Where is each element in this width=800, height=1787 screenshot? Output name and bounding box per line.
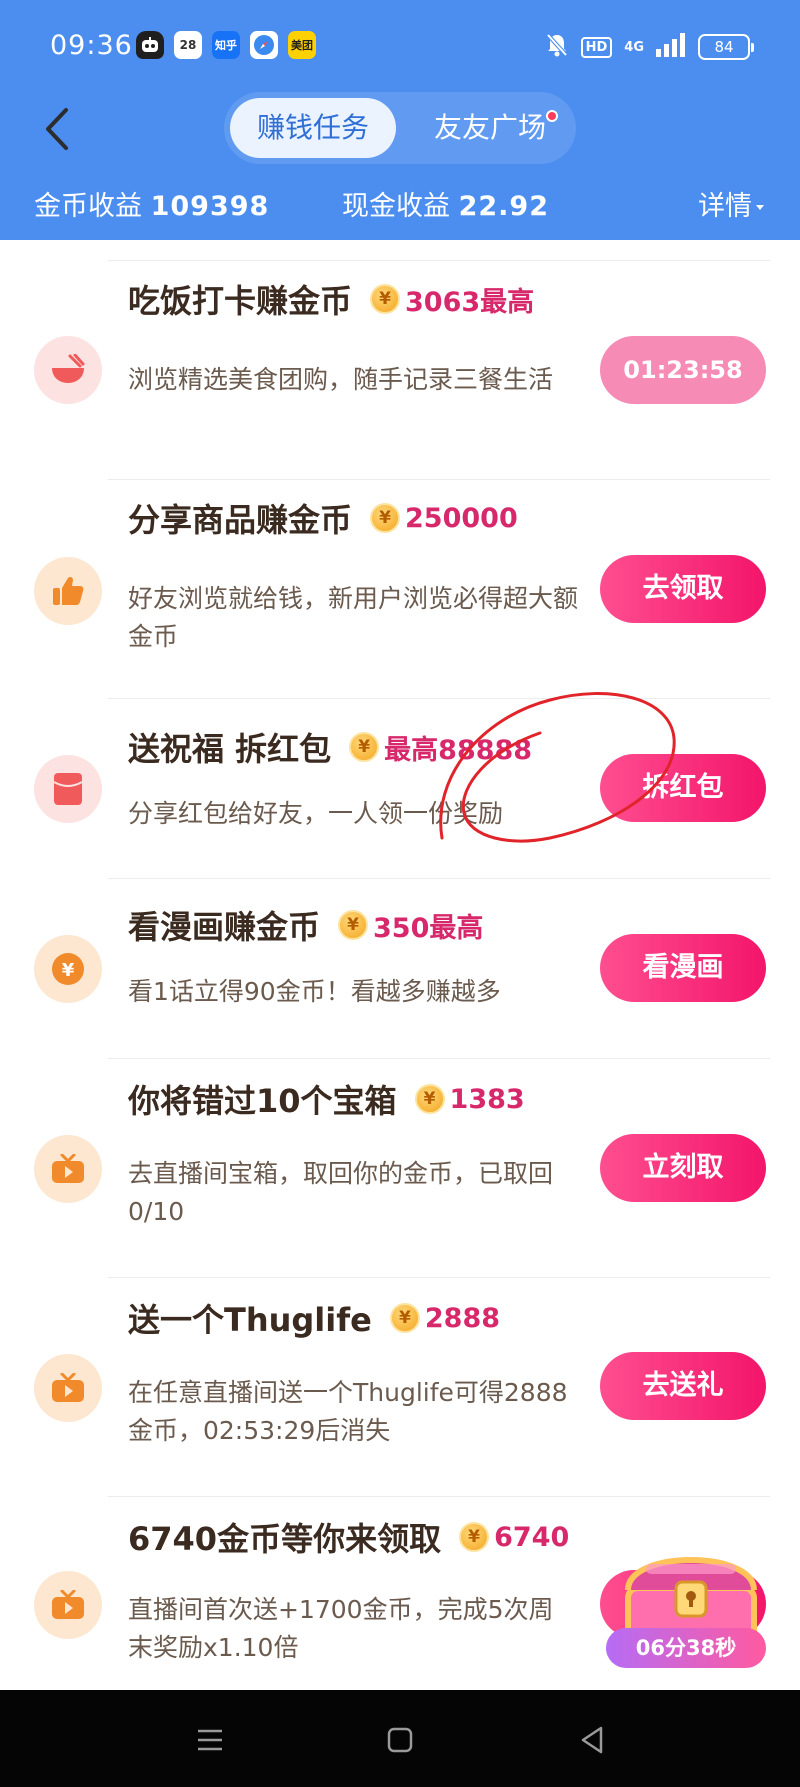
- task-reward: ¥1383: [414, 1083, 525, 1115]
- task-description: 去直播间宝箱，取回你的金币，已取回 0/10: [128, 1159, 554, 1226]
- task-reward: ¥3063最高: [370, 280, 534, 319]
- earnings-summary: 金币收益 109398 现金收益 22.92 详情: [0, 178, 800, 228]
- mute-bell-icon: [545, 32, 569, 62]
- task-title-text: 你将错过10个宝箱: [128, 1082, 397, 1120]
- task-title-text: 送祝福 拆红包: [128, 730, 332, 768]
- coin-earnings-label: 金币收益: [34, 191, 142, 222]
- claim-button[interactable]: 去领取: [600, 555, 766, 623]
- task-description: 看1话立得90金币！看越多赚越多: [128, 977, 501, 1006]
- task-title: 送祝福 拆红包 ¥ 最高88888: [128, 719, 532, 775]
- coin-icon: ¥: [370, 503, 401, 533]
- reward-value: 最高88888: [384, 734, 533, 766]
- read-comic-button[interactable]: 看漫画: [600, 934, 766, 1002]
- yuan-coin-icon: ¥: [34, 935, 102, 1003]
- reward-value: 3063最高: [405, 286, 535, 318]
- task-item: ¥ 看漫画赚金币 ¥350最高 看1话立得90金币！看越多赚越多 看漫画: [0, 879, 800, 1059]
- live-tv-icon: [34, 1354, 102, 1422]
- svg-text:¥: ¥: [62, 960, 75, 981]
- task-description: 浏览精选美食团购，随手记录三餐生活: [128, 365, 554, 394]
- coin-earnings-value: 109398: [150, 191, 270, 222]
- task-title-text: 送一个Thuglife: [128, 1301, 372, 1339]
- task-item: 吃饭打卡赚金币 ¥3063最高 浏览精选美食团购，随手记录三餐生活 01:23:…: [0, 261, 800, 480]
- chest-countdown: 06分38秒: [606, 1628, 766, 1668]
- system-navigation-bar: [0, 1690, 800, 1787]
- meituan-app-icon: 美团: [288, 31, 316, 59]
- network-type: 4G: [624, 39, 644, 55]
- countdown-button[interactable]: 01:23:58: [600, 336, 766, 404]
- status-time: 09:36: [50, 30, 133, 61]
- task-title: 送一个Thuglife ¥2888: [128, 1290, 500, 1346]
- task-title-text: 看漫画赚金币: [128, 908, 321, 946]
- details-label: 详情: [698, 191, 752, 222]
- task-reward: ¥6740: [459, 1522, 569, 1553]
- task-title-text: 分享商品赚金币: [128, 501, 353, 539]
- reward-value: 350最高: [373, 912, 484, 944]
- red-envelope-icon: [34, 755, 102, 823]
- home-nav-button[interactable]: [380, 1720, 420, 1760]
- task-title-text: 吃饭打卡赚金币: [128, 282, 353, 320]
- claim-now-button[interactable]: 立刻取: [600, 1134, 766, 1202]
- cash-earnings-label: 现金收益: [342, 191, 450, 222]
- cash-earnings: 现金收益 22.92: [342, 184, 549, 223]
- header: 09:36 28 知乎 美团 HD 4G 84 赚钱任务 友友广场 金币收益 1…: [0, 0, 800, 240]
- red-dot-badge: [546, 110, 558, 122]
- task-title: 分享商品赚金币 ¥250000: [128, 490, 518, 546]
- tab-friends-square[interactable]: 友友广场: [410, 98, 570, 158]
- details-dropdown[interactable]: 详情: [698, 184, 764, 223]
- reward-value: 1383: [449, 1083, 525, 1115]
- coin-icon: ¥: [389, 1303, 420, 1333]
- task-item: 分享商品赚金币 ¥250000 好友浏览就给钱，新用户浏览必得超大额金币 去领取: [0, 480, 800, 699]
- task-reward: ¥250000: [370, 503, 518, 534]
- tab-group: 赚钱任务 友友广场: [224, 92, 576, 164]
- status-bar: 09:36 28 知乎 美团 HD 4G 84: [0, 0, 800, 92]
- back-button[interactable]: [38, 104, 78, 154]
- send-gift-button[interactable]: 去送礼: [600, 1352, 766, 1420]
- back-nav-button[interactable]: [572, 1720, 612, 1760]
- reward-value: 250000: [405, 502, 518, 534]
- signal-icon: [656, 33, 686, 61]
- system-icons: HD 4G 84: [545, 32, 754, 62]
- task-title: 6740金币等你来领取 ¥6740: [128, 1509, 569, 1565]
- task-item: 送祝福 拆红包 ¥ 最高88888 分享红包给好友，一人领一份奖励 拆红包: [0, 699, 800, 879]
- coin-icon: ¥: [370, 284, 401, 314]
- task-description: 直播间首次送+1700金币，完成5次周末奖励x1.10倍: [128, 1595, 554, 1662]
- task-title: 看漫画赚金币 ¥350最高: [128, 897, 483, 953]
- task-description: 分享红包给好友，一人领一份奖励: [128, 799, 504, 828]
- task-description: 好友浏览就给钱，新用户浏览必得超大额金币: [128, 584, 579, 651]
- task-reward: ¥ 最高88888: [349, 728, 532, 767]
- zhihu-app-icon: 知乎: [212, 31, 240, 59]
- reward-value: 6740: [494, 1521, 570, 1553]
- cash-earnings-value: 22.92: [458, 191, 549, 222]
- live-tv-icon: [34, 1135, 102, 1203]
- coin-icon: ¥: [459, 1522, 490, 1552]
- task-title: 你将错过10个宝箱 ¥1383: [128, 1071, 525, 1127]
- coin-icon: ¥: [349, 732, 380, 762]
- open-red-envelope-button[interactable]: 拆红包: [600, 754, 766, 822]
- task-description: 在任意直播间送一个Thuglife可得2888金币，02:53:29后消失: [128, 1378, 568, 1445]
- task-item: 你将错过10个宝箱 ¥1383 去直播间宝箱，取回你的金币，已取回 0/10 立…: [0, 1059, 800, 1278]
- coin-icon: ¥: [338, 910, 369, 940]
- coin-earnings: 金币收益 109398: [34, 184, 269, 223]
- compass-app-icon: [250, 31, 278, 59]
- hd-indicator: HD: [580, 36, 613, 58]
- tab-earn-tasks[interactable]: 赚钱任务: [230, 98, 396, 158]
- rice-bowl-icon: [34, 336, 102, 404]
- coin-icon: ¥: [414, 1084, 445, 1114]
- reward-value: 2888: [424, 1302, 501, 1334]
- task-title-text: 6740金币等你来领取: [128, 1520, 442, 1558]
- calendar-app-icon: 28: [174, 31, 202, 59]
- thumbs-up-icon: [34, 557, 102, 625]
- task-reward: ¥2888: [389, 1302, 501, 1334]
- caret-down-icon: [756, 205, 764, 210]
- task-reward: ¥350最高: [338, 906, 483, 945]
- battery-indicator: 84: [698, 34, 754, 60]
- robot-app-icon: [136, 31, 164, 59]
- task-title: 吃饭打卡赚金币 ¥3063最高: [128, 271, 534, 327]
- notification-icons: 28 知乎 美团: [136, 31, 316, 59]
- live-tv-icon: [34, 1571, 102, 1639]
- task-item: 送一个Thuglife ¥2888 在任意直播间送一个Thuglife可得288…: [0, 1278, 800, 1497]
- menu-nav-button[interactable]: [190, 1720, 230, 1760]
